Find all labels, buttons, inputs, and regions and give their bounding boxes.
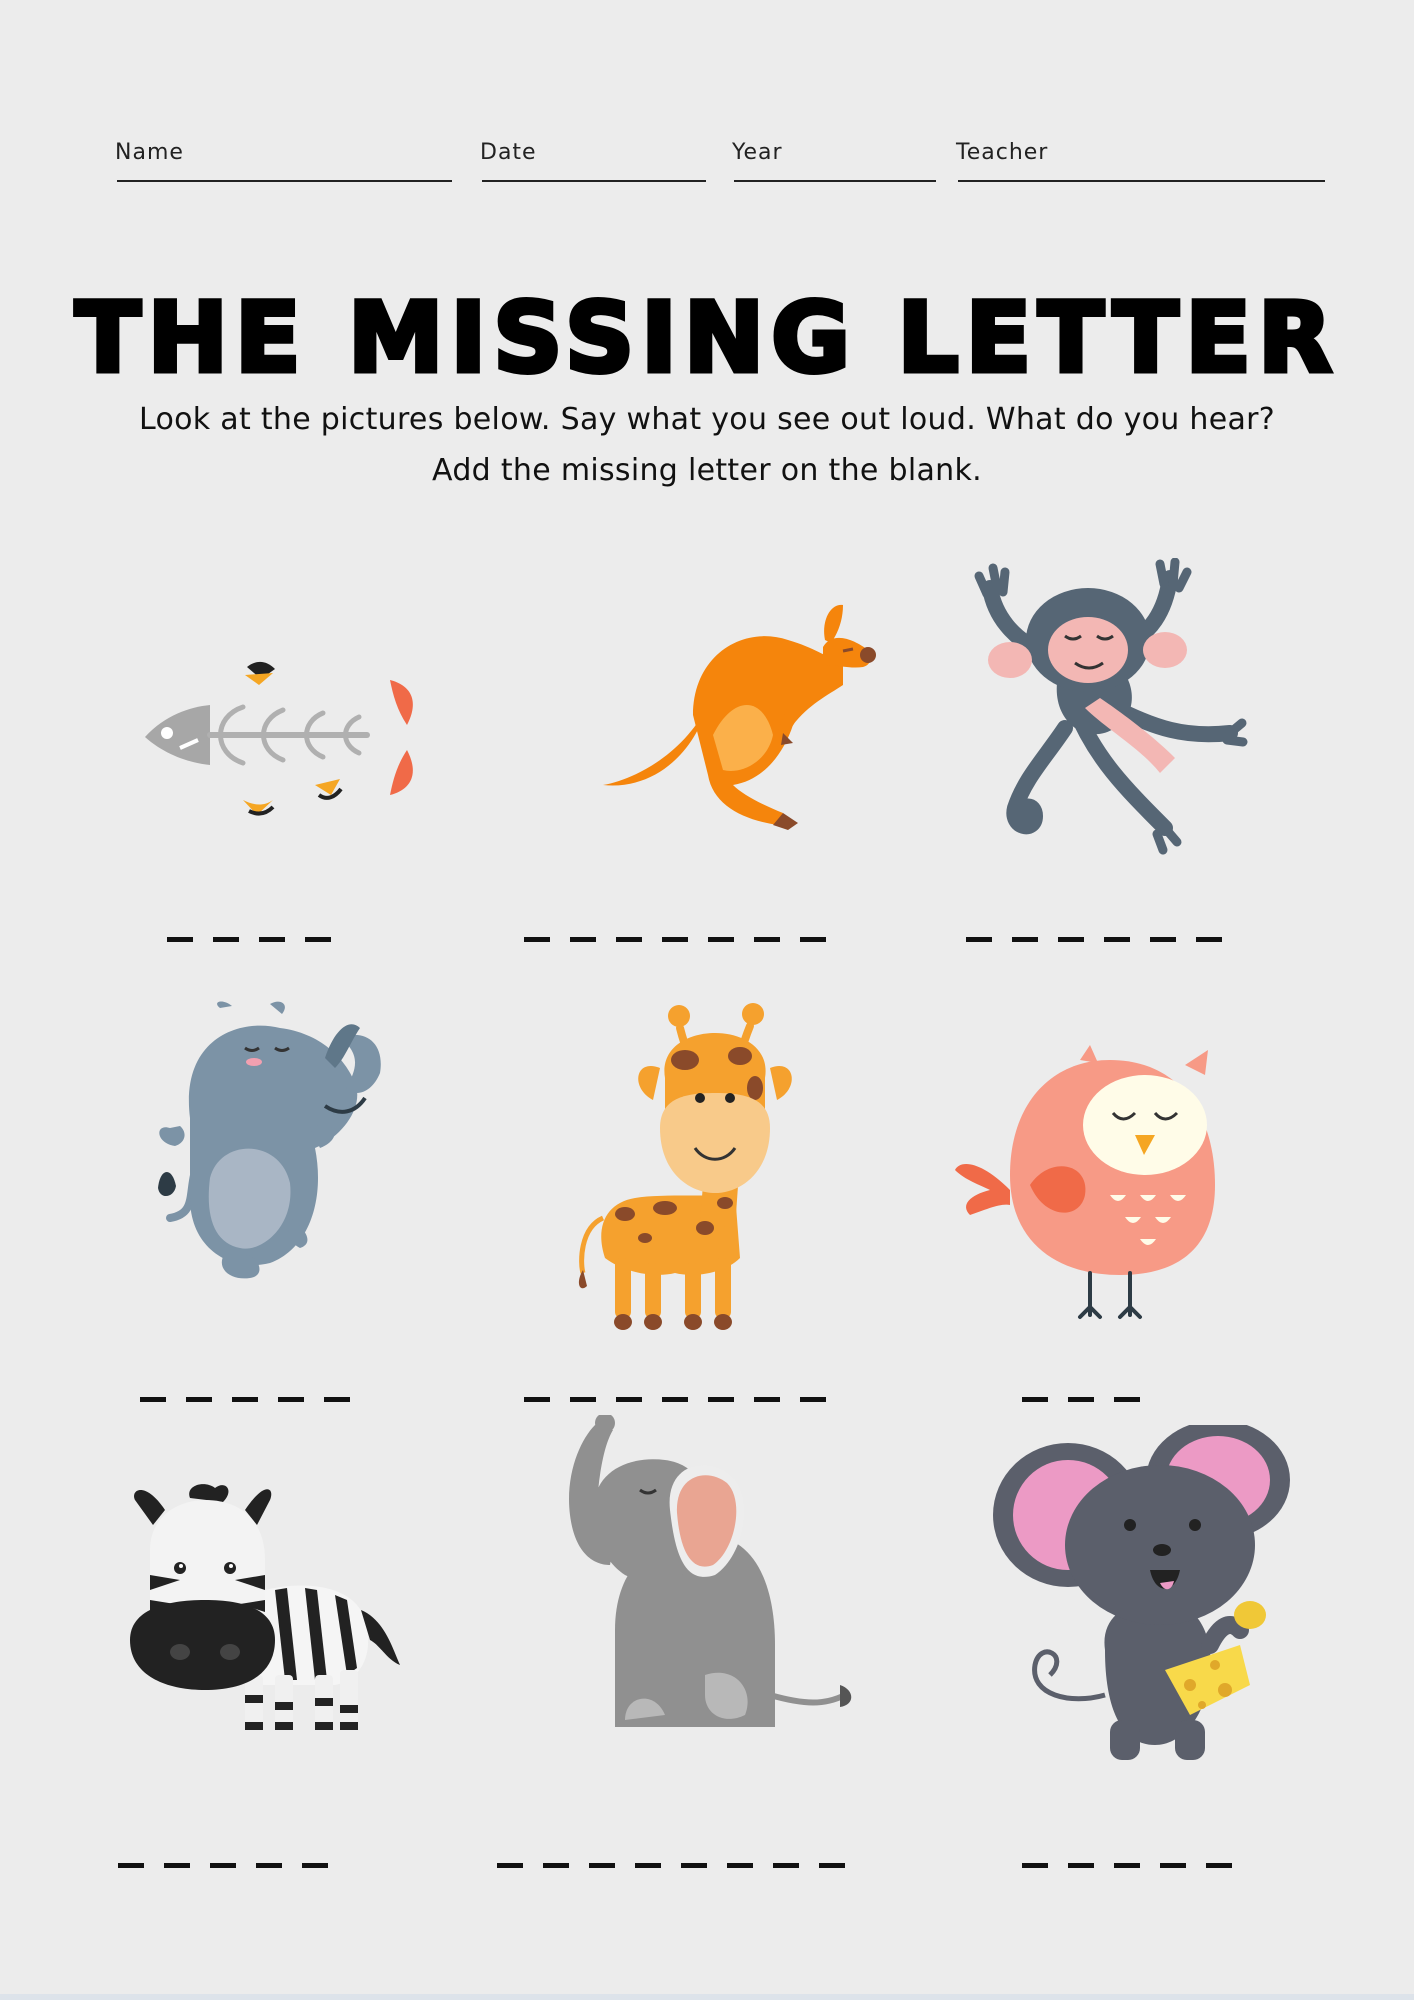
worksheet-page: Name Date Year Teacher THE MISSING LETTE…: [0, 0, 1414, 2000]
letter-blank[interactable]: [966, 937, 992, 942]
elephant-icon: [569, 1415, 852, 1727]
letter-blank[interactable]: [616, 1397, 642, 1402]
letter-blank[interactable]: [773, 1863, 799, 1868]
instruction-line-2: Add the missing letter on the blank.: [432, 453, 982, 488]
letter-blank[interactable]: [1012, 937, 1038, 942]
letter-blank[interactable]: [1058, 937, 1084, 942]
blank-letters-3[interactable]: [966, 937, 1222, 943]
letter-blank[interactable]: [819, 1863, 845, 1868]
letter-blank[interactable]: [497, 1863, 523, 1868]
letter-blank[interactable]: [278, 1397, 304, 1402]
letter-blank[interactable]: [681, 1863, 707, 1868]
blank-letters-6[interactable]: [1022, 1397, 1140, 1403]
letter-blank[interactable]: [616, 937, 642, 942]
blank-letters-8[interactable]: [497, 1863, 845, 1869]
name-label: Name: [115, 140, 184, 165]
page-title: THE MISSING LETTER: [73, 280, 1339, 397]
instruction-line-1: Look at the pictures below. Say what you…: [138, 402, 1276, 437]
letter-blank[interactable]: [543, 1863, 569, 1868]
letter-blank[interactable]: [708, 1397, 734, 1402]
letter-blank[interactable]: [1022, 1863, 1048, 1868]
page-bottom-edge: [0, 1994, 1414, 2000]
letter-blank[interactable]: [662, 1397, 688, 1402]
letter-blank[interactable]: [324, 1397, 350, 1402]
letter-blank[interactable]: [1114, 1397, 1140, 1402]
letter-blank[interactable]: [167, 937, 193, 942]
letter-blank[interactable]: [210, 1863, 236, 1868]
blank-letters-2[interactable]: [524, 937, 826, 943]
letter-blank[interactable]: [570, 937, 596, 942]
letter-blank[interactable]: [305, 937, 331, 942]
letter-blank[interactable]: [662, 937, 688, 942]
zebra-icon: [130, 1484, 400, 1730]
letter-blank[interactable]: [213, 937, 239, 942]
blank-letters-9[interactable]: [1022, 1863, 1232, 1869]
letter-blank[interactable]: [1068, 1863, 1094, 1868]
letter-blank[interactable]: [800, 1397, 826, 1402]
date-field[interactable]: Date: [480, 138, 706, 182]
year-field[interactable]: Year: [732, 138, 936, 182]
letter-blank[interactable]: [164, 1863, 190, 1868]
letter-blank[interactable]: [754, 1397, 780, 1402]
letter-blank[interactable]: [186, 1397, 212, 1402]
teacher-field[interactable]: Teacher: [956, 138, 1325, 182]
name-field[interactable]: Name: [115, 138, 452, 182]
blank-letters-1[interactable]: [167, 937, 331, 943]
letter-blank[interactable]: [1022, 1397, 1048, 1402]
letter-blank[interactable]: [727, 1863, 753, 1868]
teacher-label: Teacher: [956, 140, 1049, 165]
letter-blank[interactable]: [259, 937, 285, 942]
letter-blank[interactable]: [118, 1863, 144, 1868]
giraffe-icon: [578, 1003, 792, 1330]
letter-blank[interactable]: [635, 1863, 661, 1868]
letter-blank[interactable]: [1196, 937, 1222, 942]
letter-blank[interactable]: [1160, 1863, 1186, 1868]
letter-blank[interactable]: [140, 1397, 166, 1402]
mouse-icon: [993, 1425, 1290, 1760]
letter-blank[interactable]: [1150, 937, 1176, 942]
blank-letters-5[interactable]: [524, 1397, 826, 1403]
blank-letters-7[interactable]: [118, 1863, 328, 1869]
kangaroo-icon: [603, 604, 876, 830]
monkey-icon: [974, 558, 1248, 855]
letter-blank[interactable]: [524, 937, 550, 942]
letter-blank[interactable]: [800, 937, 826, 942]
letter-blank[interactable]: [1206, 1863, 1232, 1868]
fish-bones-icon: [145, 661, 413, 816]
letter-blank[interactable]: [570, 1397, 596, 1402]
letter-blank[interactable]: [1104, 937, 1130, 942]
letter-blank[interactable]: [232, 1397, 258, 1402]
blank-letters-4[interactable]: [140, 1397, 350, 1403]
letter-blank[interactable]: [256, 1863, 282, 1868]
letter-blank[interactable]: [708, 937, 734, 942]
letter-blank[interactable]: [524, 1397, 550, 1402]
owl-icon: [955, 1045, 1215, 1319]
letter-blank[interactable]: [1068, 1397, 1094, 1402]
year-label: Year: [732, 140, 783, 165]
letter-blank[interactable]: [754, 937, 780, 942]
letter-blank[interactable]: [589, 1863, 615, 1868]
rhino-icon: [158, 1001, 381, 1279]
letter-blank[interactable]: [1114, 1863, 1140, 1868]
letter-blank[interactable]: [302, 1863, 328, 1868]
date-label: Date: [480, 140, 537, 165]
